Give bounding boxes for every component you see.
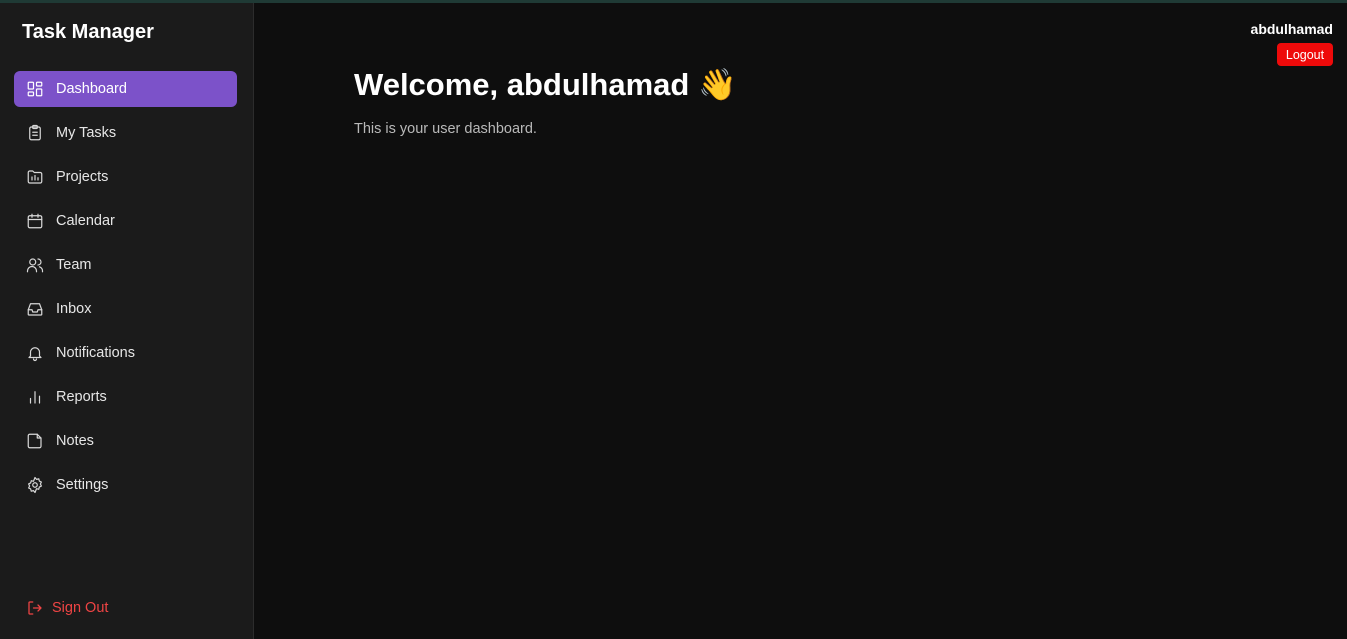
sidebar-item-label: Reports — [56, 389, 107, 405]
sign-out-label: Sign Out — [52, 600, 109, 616]
sidebar-item-projects[interactable]: Projects — [14, 159, 237, 195]
main-content: abdulhamad Logout Welcome, abdulhamad 👋 … — [255, 3, 1347, 639]
header-username: abdulhamad — [1250, 21, 1333, 37]
note-icon — [25, 431, 45, 451]
clipboard-icon — [25, 123, 45, 143]
sidebar-item-notes[interactable]: Notes — [14, 423, 237, 459]
calendar-icon — [25, 211, 45, 231]
gear-icon — [25, 475, 45, 495]
sign-out-icon — [28, 601, 42, 615]
page-subtitle: This is your user dashboard. — [354, 121, 537, 137]
sidebar-item-label: Dashboard — [56, 81, 127, 97]
sidebar-nav: Dashboard My Tasks Projects Calendar Tea… — [14, 71, 237, 511]
sidebar-item-notifications[interactable]: Notifications — [14, 335, 237, 371]
logout-button[interactable]: Logout — [1277, 43, 1333, 66]
sidebar-item-label: Notes — [56, 433, 94, 449]
sidebar-item-reports[interactable]: Reports — [14, 379, 237, 415]
sidebar-item-label: Calendar — [56, 213, 115, 229]
sidebar-item-settings[interactable]: Settings — [14, 467, 237, 503]
sidebar-item-team[interactable]: Team — [14, 247, 237, 283]
sidebar-item-label: My Tasks — [56, 125, 117, 141]
inbox-icon — [25, 299, 45, 319]
sidebar-item-my-tasks[interactable]: My Tasks — [14, 115, 237, 151]
app-title: Task Manager — [22, 21, 154, 43]
folder-icon — [25, 167, 45, 187]
page-title: Welcome, abdulhamad 👋 — [354, 67, 737, 102]
sidebar-item-inbox[interactable]: Inbox — [14, 291, 237, 327]
sidebar-item-label: Team — [56, 257, 92, 273]
bell-icon — [25, 343, 45, 363]
sidebar-item-dashboard[interactable]: Dashboard — [14, 71, 237, 107]
bar-chart-icon — [25, 387, 45, 407]
sidebar-item-calendar[interactable]: Calendar — [14, 203, 237, 239]
sidebar-item-label: Notifications — [56, 345, 135, 361]
sidebar-item-label: Projects — [56, 169, 109, 185]
dashboard-icon — [25, 79, 45, 99]
sidebar-item-label: Settings — [56, 477, 109, 493]
sign-out-button[interactable]: Sign Out — [26, 599, 108, 617]
users-icon — [25, 255, 45, 275]
sidebar-item-label: Inbox — [56, 301, 92, 317]
sidebar: Task Manager Dashboard My Tasks Projects… — [0, 3, 254, 639]
